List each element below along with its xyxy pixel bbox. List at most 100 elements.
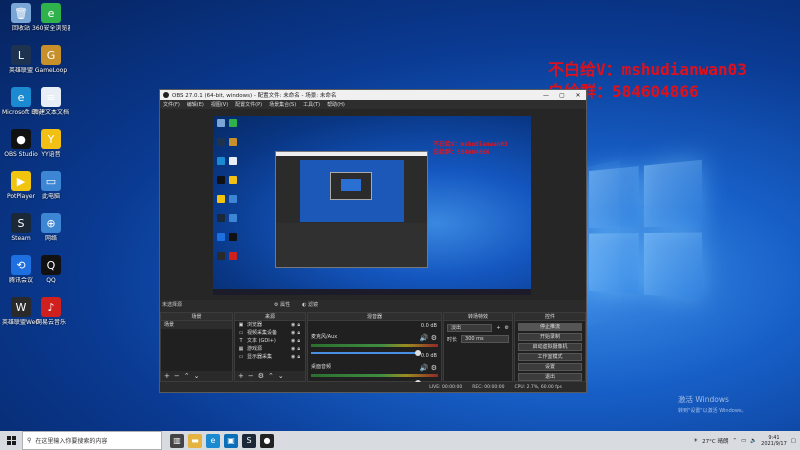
nested-obs-window [275,151,428,268]
app-icon: L [11,45,31,65]
channel-name: 桌面音频 [311,364,332,370]
source-item[interactable]: ▭ 显示器采集 ◉🔒︎ [235,353,305,361]
preview-canvas[interactable]: 不白给V：mshudianwan03 白给群：584604866 [213,116,531,295]
remove-source-icon[interactable]: − [248,372,254,380]
properties-button[interactable]: ⚙ 属性 [274,301,290,308]
menu-edit[interactable]: 编辑(E) [187,101,204,108]
source-type-icon: T [239,338,243,344]
desktop-icon[interactable]: ≡ 新建文本文档 [32,87,70,116]
speaker-icon[interactable]: 🔊 [420,364,429,372]
source-settings-icon[interactable]: ⚙ [258,372,264,380]
menu-help[interactable]: 帮助(H) [327,101,345,108]
menu-profile[interactable]: 配置文件(P) [235,101,262,108]
source-type-icon: ▭ [238,354,244,360]
notification-icon[interactable]: ▢ [791,438,796,444]
lock-icon[interactable]: 🔒︎ [297,354,302,360]
desktop-icon[interactable]: Q QQ [32,255,70,284]
app-icon: W [11,297,31,317]
obs-statusbar: LIVE: 00:00:00 REC: 00:00:00 CPU: 2.7%, … [160,382,586,392]
add-scene-icon[interactable]: + [164,372,170,380]
add-source-icon[interactable]: + [238,372,244,380]
duration-label: 时长 [447,336,458,343]
studio-mode-button[interactable]: 工作室模式 [518,353,582,361]
source-item[interactable]: ▭ 视频采集设备 ◉🔒︎ [235,329,305,337]
minimize-icon[interactable]: — [538,92,554,99]
obs-titlebar[interactable]: OBS 27.0.1 (64-bit, windows) - 配置文件: 未命名… [160,90,586,100]
preview-app-icon [217,157,225,165]
lock-icon[interactable]: 🔒︎ [297,346,302,352]
windows-logo-wallpaper [589,158,722,322]
start-virtual-camera-button[interactable]: 启动虚拟摄像机 [518,343,582,351]
gear-icon[interactable]: ⚙ [431,334,437,342]
audio-mixer-dock: 混音器 麦克风/Aux 0.0 dB 🔊 ⚙ 桌面音频 0.0 dB 🔊 ⚙ [307,312,442,386]
duration-input[interactable]: 300 ms [461,335,509,343]
steam-icon[interactable]: S [242,433,256,448]
clock[interactable]: 9:41 2021/9/17 [761,435,787,447]
gear-icon[interactable]: ⚙ [431,364,437,372]
preview-app-icon [229,119,237,127]
move-up-icon[interactable]: ⌃ [268,372,274,380]
desktop-icon-label: 新建文本文档 [32,109,69,116]
scene-item[interactable]: 场景 [161,321,232,329]
start-recording-button[interactable]: 开始录制 [518,333,582,341]
scenes-dock-title: 场景 [161,313,232,321]
no-source-label: 未选择源 [162,302,183,308]
obs-taskbar-icon[interactable]: ● [260,433,274,448]
obs-logo-icon [163,92,169,98]
chevron-up-icon[interactable]: ⌃ [732,438,737,444]
remove-scene-icon[interactable]: − [174,372,180,380]
settings-button[interactable]: 设置 [518,363,582,371]
desktop-icon[interactable]: ▭ 此电脑 [32,171,70,200]
add-transition-icon[interactable]: + [496,325,500,331]
speaker-icon[interactable]: 🔊 [420,334,429,342]
preview-overlay-line-1: 不白给V：mshudianwan03 [433,141,508,148]
preview-app-icon [217,233,225,241]
app-icon: Q [41,255,61,275]
search-box[interactable]: ⚲ 在这里输入你要搜索的内容 [22,431,162,450]
move-down-icon[interactable]: ⌄ [278,372,284,380]
preview-taskbar [213,289,531,295]
weather-icon[interactable]: ☀ [693,438,698,444]
network-icon[interactable]: ▭ [741,438,746,444]
start-button[interactable] [0,431,22,450]
lock-icon[interactable]: 🔒︎ [297,322,302,328]
close-icon[interactable]: ✕ [570,92,586,99]
desktop-icon[interactable]: ♪ 网易云音乐 [32,297,70,326]
transition-settings-icon[interactable]: ⚙ [505,325,509,331]
desktop-icon[interactable]: ⊕ 网络 [32,213,70,242]
desktop-icon[interactable]: G GameLoop [32,45,70,74]
menu-scene-collection[interactable]: 场景集合(S) [269,101,296,108]
weather-text[interactable]: 27°C 晴朗 [702,437,728,445]
volume-icon[interactable]: 🔈 [750,438,757,444]
edge-icon[interactable]: e [206,433,220,448]
maximize-icon[interactable]: ▢ [554,92,570,99]
app-icon: e [11,87,31,107]
task-view-icon[interactable]: ▥ [170,433,184,448]
menu-file[interactable]: 文件(F) [163,101,180,108]
desktop-icon-label: 网络 [44,235,57,242]
transitions-dock-title: 转场特效 [444,313,512,321]
menu-tools[interactable]: 工具(T) [303,101,320,108]
obs-window[interactable]: OBS 27.0.1 (64-bit, windows) - 配置文件: 未命名… [159,89,587,393]
lock-icon[interactable]: 🔒︎ [297,330,302,336]
transition-type-select[interactable]: 淡出 [447,324,493,332]
source-item[interactable]: ▣ 浏览器 ◉🔒︎ [235,321,305,329]
channel-db: 0.0 dB [420,323,437,329]
source-item[interactable]: ▦ 游戏源 ◉🔒︎ [235,345,305,353]
desktop-icon-label: YY语音 [41,151,61,158]
desktop-icon[interactable]: Y YY语音 [32,129,70,158]
preview-overlay-line-2: 白给群：584604866 [433,149,490,156]
lock-icon[interactable]: 🔒︎ [297,338,302,344]
store-icon[interactable]: ▣ [224,433,238,448]
desktop-icon[interactable]: e 360安全浏览器 [32,3,70,32]
filters-button[interactable]: ◐ 滤镜 [302,301,318,308]
source-item[interactable]: T 文本 (GDI+) ◉🔒︎ [235,337,305,345]
exit-button[interactable]: 退出 [518,373,582,381]
stop-streaming-button[interactable]: 停止推流 [518,323,582,331]
move-up-icon[interactable]: ⌃ [184,372,190,380]
file-explorer-icon[interactable]: ▬ [188,433,202,448]
windows-icon [6,436,16,445]
menu-view[interactable]: 视图(V) [211,101,228,108]
source-toolbar: 未选择源 ⚙ 属性 ◐ 滤镜 [160,300,586,309]
move-down-icon[interactable]: ⌄ [194,372,200,380]
